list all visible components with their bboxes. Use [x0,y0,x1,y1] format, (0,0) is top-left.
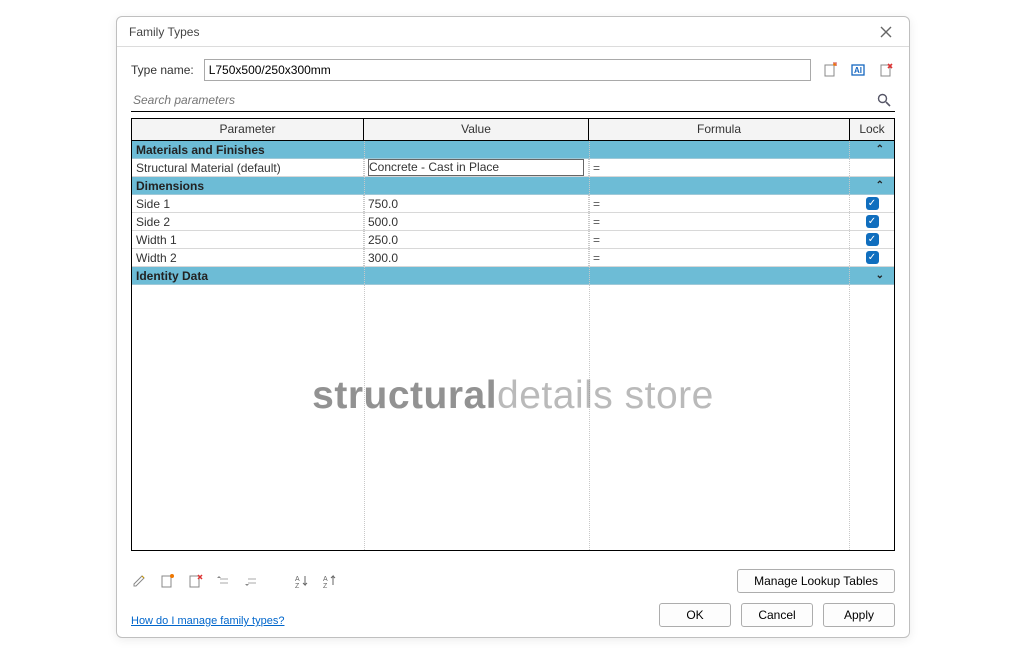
param-name: Side 1 [132,195,364,212]
param-lock[interactable]: ✓ [850,249,894,266]
new-type-icon[interactable] [821,61,839,79]
checkbox-checked-icon: ✓ [866,233,879,246]
table-row[interactable]: Side 2 500.0 ✓ [132,213,894,231]
search-row [131,91,895,112]
param-value[interactable]: 500.0 [364,213,589,230]
param-lock[interactable]: ✓ [850,231,894,248]
manage-lookup-tables-button[interactable]: Manage Lookup Tables [737,569,895,593]
delete-type-icon[interactable] [877,61,895,79]
type-name-select[interactable] [204,59,811,81]
param-lock[interactable]: ✓ [850,195,894,212]
search-input[interactable] [133,91,875,109]
param-formula[interactable] [589,159,850,176]
apply-button[interactable]: Apply [823,603,895,627]
rename-type-icon[interactable]: AI [849,61,867,79]
section-materials-label: Materials and Finishes [136,141,265,159]
section-identity-label: Identity Data [136,267,208,285]
col-header-parameter[interactable]: Parameter [132,119,364,140]
section-dimensions-label: Dimensions [136,177,204,195]
dialog-buttons: OK Cancel Apply [659,603,895,627]
svg-text:A: A [323,576,328,583]
type-name-row: Type name: AI [131,59,895,81]
section-materials[interactable]: Materials and Finishes ⌃ [132,141,894,159]
sort-ascending-icon[interactable]: AZ [293,572,311,590]
table-row[interactable]: Structural Material (default) Concrete -… [132,159,894,177]
table-row[interactable]: Width 2 300.0 ✓ [132,249,894,267]
chevron-up-icon: ⌃ [876,177,890,195]
param-formula[interactable] [589,231,850,248]
col-header-formula[interactable]: Formula [589,119,850,140]
grid-header: Parameter Value Formula Lock [132,119,894,141]
close-icon[interactable] [871,21,901,43]
param-formula[interactable] [589,213,850,230]
table-row[interactable]: Side 1 750.0 ✓ [132,195,894,213]
ok-button[interactable]: OK [659,603,731,627]
new-parameter-icon[interactable] [159,572,177,590]
param-formula[interactable] [589,195,850,212]
checkbox-checked-icon: ✓ [866,215,879,228]
table-row[interactable]: Width 1 250.0 ✓ [132,231,894,249]
section-dimensions[interactable]: Dimensions ⌃ [132,177,894,195]
param-value[interactable]: 300.0 [364,249,589,266]
pencil-icon[interactable] [131,572,149,590]
checkbox-checked-icon: ✓ [866,251,879,264]
chevron-up-icon: ⌃ [876,141,890,159]
col-header-lock[interactable]: Lock [850,119,894,140]
move-up-icon[interactable] [215,572,233,590]
svg-text:Z: Z [323,583,328,589]
parameter-grid: Parameter Value Formula Lock Materials a… [131,118,895,551]
svg-text:Z: Z [295,583,300,589]
param-value[interactable]: 250.0 [364,231,589,248]
dialog-title: Family Types [129,25,871,39]
param-lock[interactable] [850,159,894,176]
help-link[interactable]: How do I manage family types? [131,615,284,627]
param-lock[interactable]: ✓ [850,213,894,230]
col-header-value[interactable]: Value [364,119,589,140]
move-down-icon[interactable] [243,572,261,590]
cancel-button[interactable]: Cancel [741,603,813,627]
titlebar: Family Types [117,17,909,47]
dialog-footer: AZ AZ Manage Lookup Tables How do I mana… [117,561,909,637]
param-name: Side 2 [132,213,364,230]
param-value[interactable]: Concrete - Cast in Place [364,159,589,176]
param-value[interactable]: 750.0 [364,195,589,212]
toolbar: AZ AZ Manage Lookup Tables [131,569,895,593]
search-icon[interactable] [875,91,893,109]
svg-text:A: A [295,576,300,583]
delete-parameter-icon[interactable] [187,572,205,590]
family-types-dialog: Family Types Type name: AI [116,16,910,638]
section-identity[interactable]: Identity Data ⌄ [132,267,894,285]
sort-descending-icon[interactable]: AZ [321,572,339,590]
param-formula[interactable] [589,249,850,266]
param-name: Width 2 [132,249,364,266]
chevron-down-icon: ⌄ [876,267,890,285]
param-name: Width 1 [132,231,364,248]
type-name-label: Type name: [131,63,194,77]
svg-text:AI: AI [854,66,862,75]
grid-body: Materials and Finishes ⌃ Structural Mate… [132,141,894,550]
checkbox-checked-icon: ✓ [866,197,879,210]
param-name: Structural Material (default) [132,159,364,176]
